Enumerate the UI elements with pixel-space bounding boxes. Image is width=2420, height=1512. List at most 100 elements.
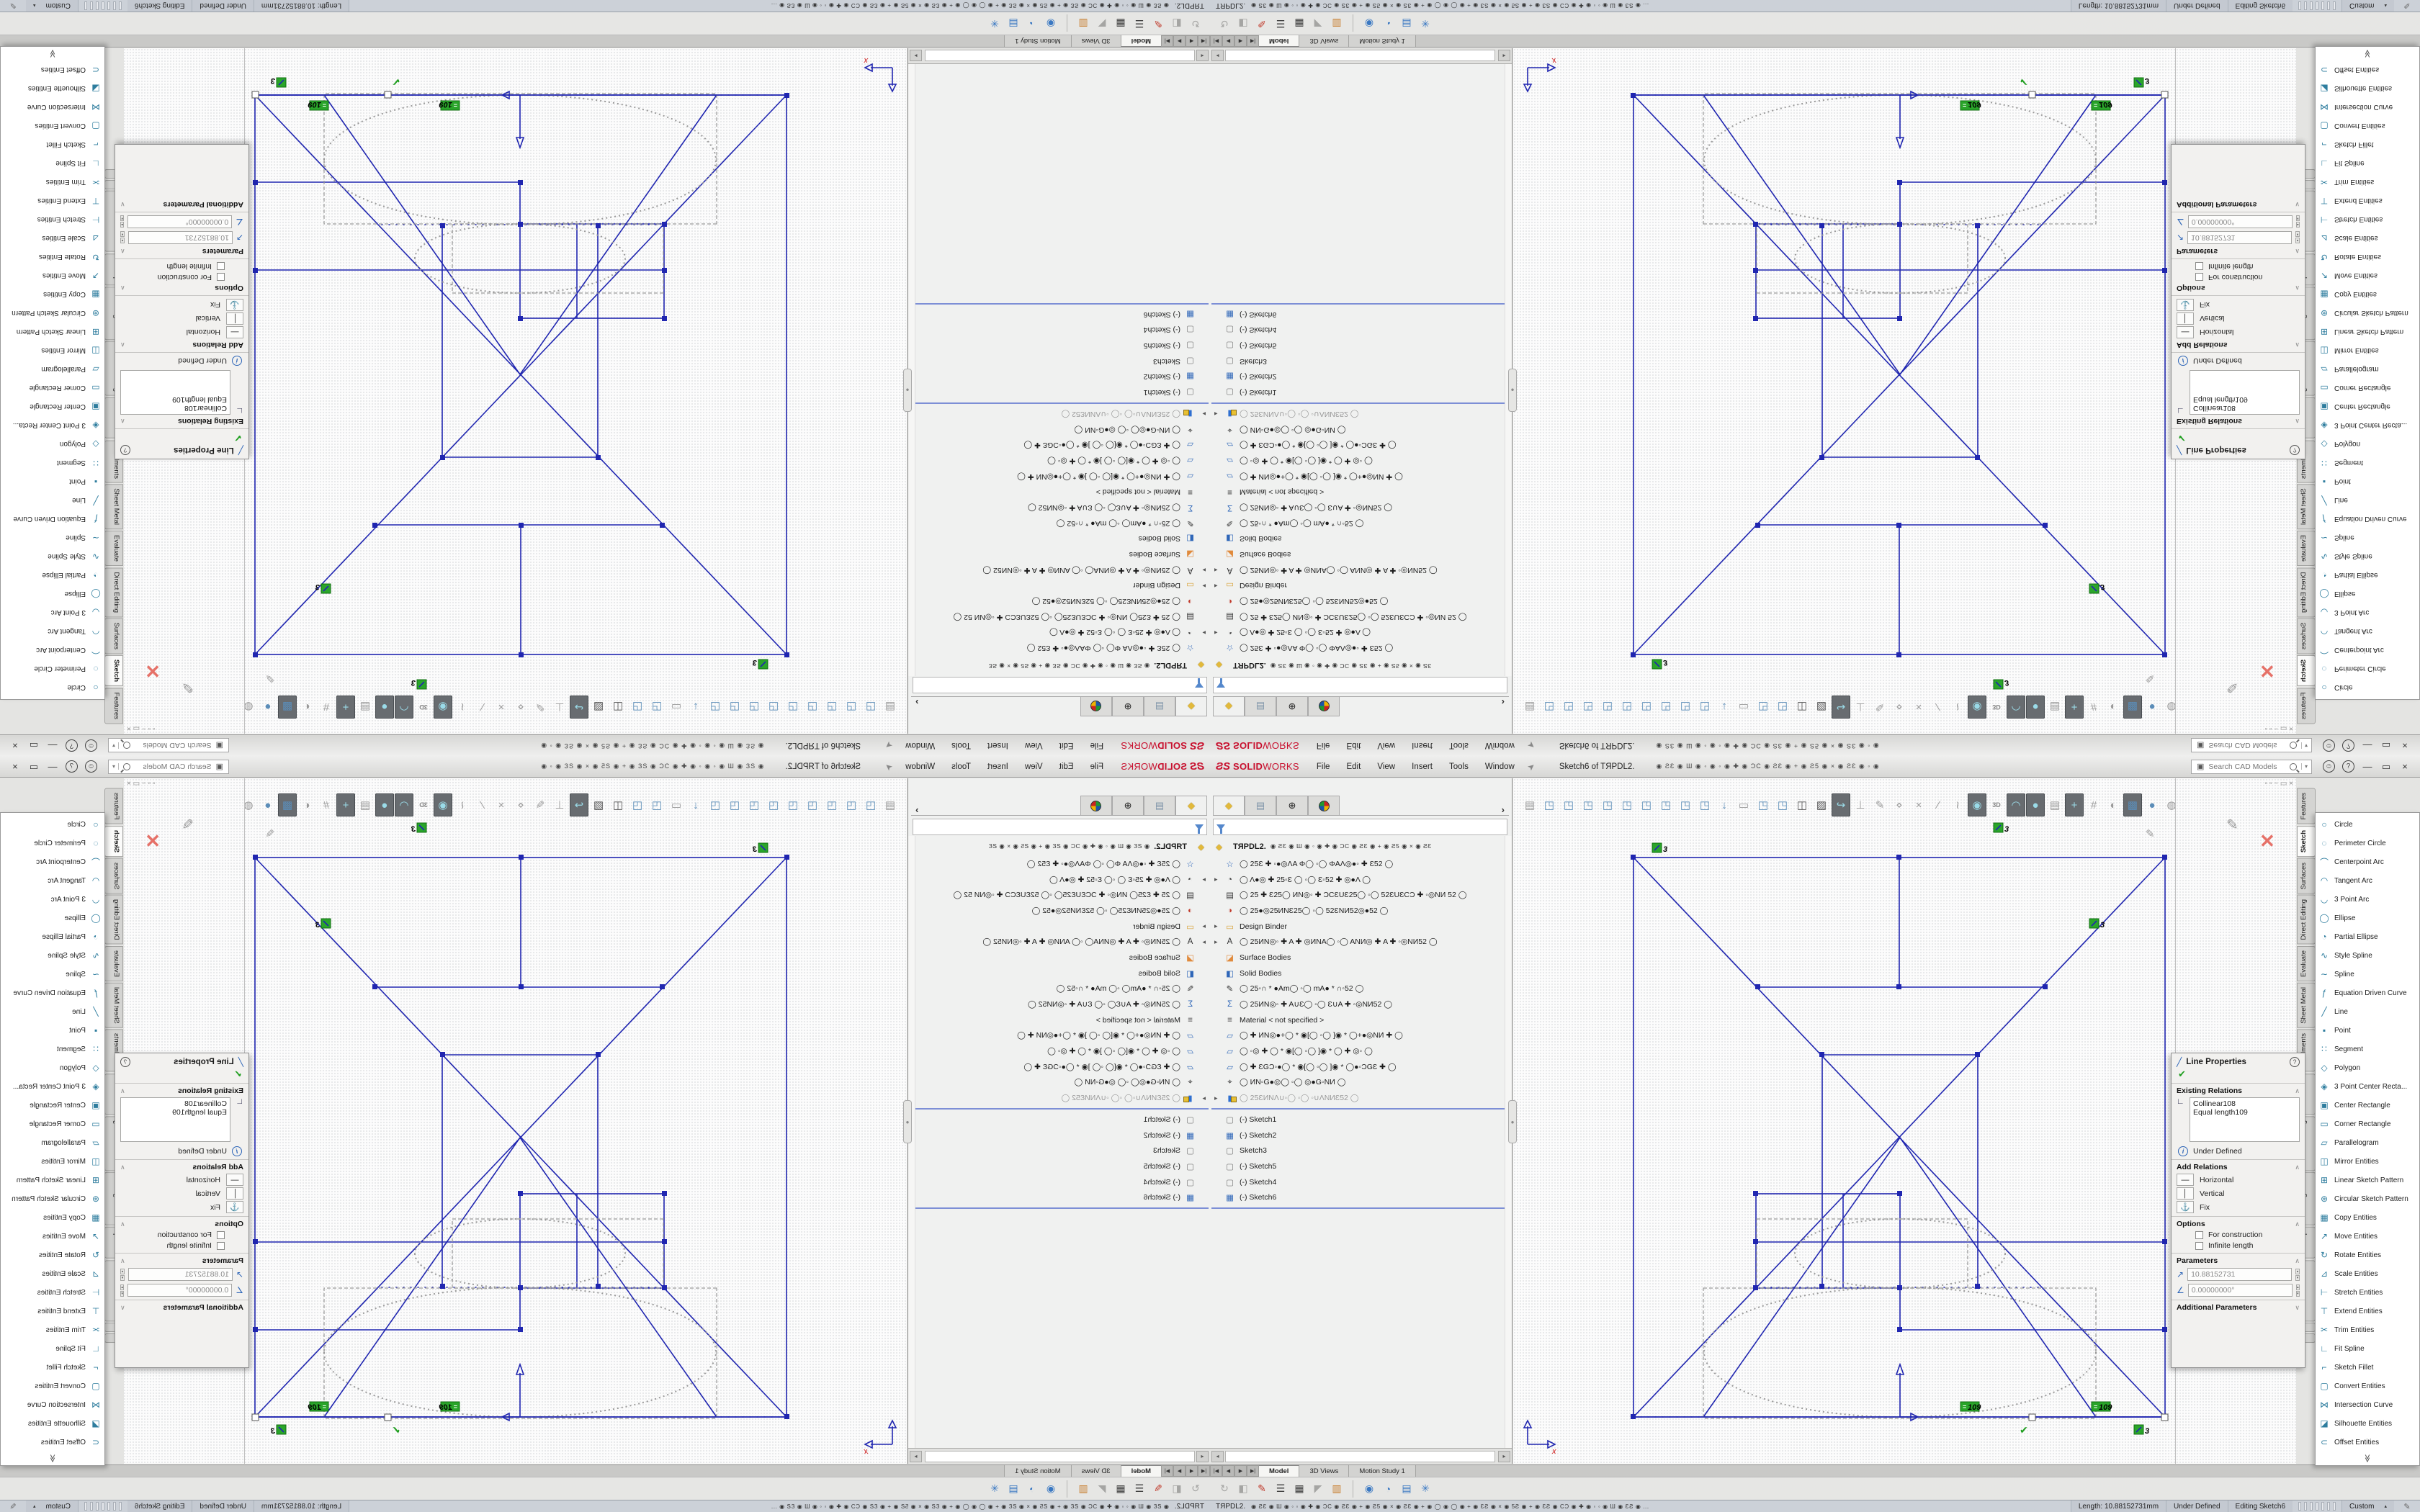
flyout-item[interactable]: ▱ Parallelogram bbox=[1, 360, 104, 379]
child-window-controls[interactable]: ▫ ▫ − ▭ × bbox=[2265, 780, 2293, 788]
tree-item-sketch[interactable]: ▸ ▢ Sketch3 bbox=[1210, 354, 1511, 369]
collapse-icon[interactable]: ∧ bbox=[2295, 284, 2300, 292]
status-display-style[interactable]: Custom ▴ bbox=[2341, 0, 2394, 12]
tree-item-sketch[interactable]: ▸ ▢ (-) Sketch5 bbox=[909, 1158, 1210, 1174]
option-row[interactable]: For construction bbox=[2195, 273, 2300, 282]
scroll-right-button[interactable]: ▸ bbox=[910, 1451, 922, 1462]
flyout-item[interactable]: ╱ Line bbox=[2316, 1002, 2419, 1021]
rollback-bar[interactable] bbox=[1211, 303, 1510, 305]
tree-item-sketch[interactable]: ▸ ▦ (-) Sketch2 bbox=[909, 1128, 1210, 1143]
flyout-item[interactable]: ⊂ Offset Entities bbox=[2316, 1433, 2419, 1452]
tree-item-sketch[interactable]: ▸ ▢ Sketch3 bbox=[909, 1143, 1210, 1158]
search-dropdown-icon[interactable]: ▾ bbox=[2301, 742, 2308, 749]
menu-item[interactable]: Tools bbox=[1442, 762, 1476, 771]
motion-toolbar-icon[interactable]: ✳ bbox=[1417, 1480, 1434, 1498]
motion-toolbar-icon[interactable]: ▤ bbox=[1398, 1480, 1415, 1498]
tree-item[interactable]: ▸ ◔ ◯ Λ●◎ ✚ 25◦Ɛ ◯ ◦◯ Ɛ◦52 ✚ ◎●Λ ◯ bbox=[1210, 625, 1511, 641]
tree-item[interactable]: ▸ ▱ ◯ ◦◎ ✚ ◯ * ◉[◯ ◦◯ ]◉ * ◯ ✚ ◎◦ ◯ bbox=[1210, 453, 1511, 469]
motion-toolbar-icon[interactable]: ↻ bbox=[1216, 14, 1233, 33]
relation-badge[interactable]: 3 bbox=[411, 823, 426, 834]
tab-nav-button[interactable]: ◀ bbox=[1222, 35, 1234, 47]
parameter-input[interactable] bbox=[2188, 1284, 2293, 1297]
flyout-item[interactable]: ▭ Corner Rectangle bbox=[2316, 1115, 2419, 1133]
spin-up-icon[interactable]: ▴ bbox=[120, 1284, 124, 1290]
flyout-more-button[interactable]: ≫ bbox=[2316, 1452, 2419, 1464]
search-icon[interactable] bbox=[2290, 742, 2297, 750]
motion-toolbar-icon[interactable]: ▤ bbox=[1005, 1480, 1022, 1498]
tree-item-sketch[interactable]: ▸ ▢ (-) Sketch5 bbox=[1210, 338, 1511, 354]
flyout-item[interactable]: ⊿ Scale Entities bbox=[2316, 1264, 2419, 1283]
flyout-item[interactable]: ◪ Silhouette Entities bbox=[1, 1414, 104, 1433]
flyout-item[interactable]: ⊂ Offset Entities bbox=[2316, 60, 2419, 79]
flyout-item[interactable]: ╱ Line bbox=[2316, 491, 2419, 510]
expand-arrow-icon[interactable]: ▸ bbox=[1196, 629, 1206, 636]
flyout-item[interactable]: ▪ Point bbox=[1, 1021, 104, 1040]
scroll-left-button[interactable]: ◂ bbox=[1211, 50, 1224, 62]
parameter-input[interactable] bbox=[128, 231, 233, 244]
motion-toolbar-icon[interactable]: ▥ bbox=[1328, 1480, 1345, 1498]
cancel-sketch-icon[interactable]: ✕ bbox=[145, 660, 161, 682]
add-relation-row[interactable]: ⚓ Fix bbox=[120, 299, 243, 311]
flyout-item[interactable]: ⌒ Centerpoint Arc bbox=[1, 641, 104, 660]
flyout-item[interactable]: ↻ Rotate Entities bbox=[2316, 248, 2419, 266]
tree-item[interactable]: ▸ ◧ Solid Bodies bbox=[1210, 531, 1511, 547]
tree-item-sketch[interactable]: ▸ ▢ (-) Sketch1 bbox=[909, 1112, 1210, 1128]
tree-item[interactable]: ▸ ☆ ◯ 25Ɛ ✚ ◦●◎ΛA Φ◯ ◦◯ ΦAΛ◎●◦ ✚ Ɛ52 ◯ bbox=[1210, 856, 1511, 872]
flyout-item[interactable]: ◔ Partial Ellipse bbox=[1, 566, 104, 585]
flyout-item[interactable]: ◠ Tangent Arc bbox=[2316, 871, 2419, 890]
tree-item[interactable]: ▸ ✎ ◯ 25◦∩ * ●Am◯ ◦◯ mA● * ∩◦52 ◯ bbox=[909, 516, 1210, 531]
motion-toolbar-icon[interactable]: ◧ bbox=[1168, 14, 1186, 33]
document-tab[interactable]: 3D Views bbox=[1299, 35, 1349, 47]
panel-expand-icon[interactable]: › bbox=[911, 804, 923, 815]
collapse-icon[interactable]: ∧ bbox=[2295, 1257, 2300, 1265]
tree-item[interactable]: ▸ ◔ ◯ Λ●◎ ✚ 25◦Ɛ ◯ ◦◯ Ɛ◦52 ✚ ◎●Λ ◯ bbox=[909, 625, 1210, 641]
tree-item[interactable]: ▸ ⌖ ◯ ИN◦G●◎◯ ◦◯ ◎●G◦NИ ◯ bbox=[909, 1075, 1210, 1091]
flyout-item[interactable]: ◪ Silhouette Entities bbox=[2316, 1414, 2419, 1433]
tree-item[interactable]: ▸ ▤ ◯ 25 ✚ Ɛ25◯ ИN◎◦ ✚ ƆCƐUƐ25◯ ◦◯ 52ƐUƐ… bbox=[909, 887, 1210, 903]
flyout-item[interactable]: ◠ Tangent Arc bbox=[2316, 622, 2419, 641]
tab-nav-button[interactable]: ▶ bbox=[1234, 35, 1247, 47]
flyout-item[interactable]: ⌐ Sketch Fillet bbox=[2316, 1358, 2419, 1377]
menu-item[interactable]: File bbox=[1083, 742, 1111, 750]
tree-item[interactable]: ▸ ◪ Surface Bodies bbox=[909, 950, 1210, 966]
help-icon[interactable]: ? bbox=[66, 760, 78, 773]
tab-featuremanager[interactable]: ◆ bbox=[1175, 796, 1207, 815]
motion-toolbar-icon[interactable]: ↻ bbox=[1187, 14, 1204, 33]
tree-item[interactable]: ▸ ▱ ◯ ✚ ИN◎●+◯ * ◉[◯ ◦◯ ]◉ * ◯+●◎NИ ✚ ◯ bbox=[909, 469, 1210, 485]
relation-type-icon[interactable]: — bbox=[226, 326, 243, 338]
parameter-input[interactable] bbox=[128, 1268, 233, 1281]
relation-badge[interactable]: 3 bbox=[2134, 76, 2149, 87]
flyout-item[interactable]: ✂ Trim Entities bbox=[1, 1320, 104, 1339]
tree-item[interactable]: ▸ ◧ Solid Bodies bbox=[909, 966, 1210, 981]
add-relations-header[interactable]: Add Relations ∧ bbox=[120, 341, 243, 349]
motion-toolbar-icon[interactable]: ▤ bbox=[1005, 14, 1022, 33]
option-row[interactable]: For construction bbox=[120, 1230, 225, 1239]
status-tray-icon[interactable]: ✎ bbox=[4, 1, 22, 11]
tree-item[interactable]: ▸ ▱ ◯ ✚ ИN◎●+◯ * ◉[◯ ◦◯ ]◉ * ◯+●◎NИ ✚ ◯ bbox=[909, 1028, 1210, 1044]
tree-item-sketch[interactable]: ▸ ▢ Sketch3 bbox=[1210, 1143, 1511, 1158]
search-dropdown-icon[interactable]: ▾ bbox=[112, 742, 119, 749]
scroll-left-button[interactable]: ◂ bbox=[1196, 1451, 1209, 1462]
tree-item[interactable]: ▸ ⌖ ◯ ИN◦G●◎◯ ◦◯ ◎●G◦NИ ◯ bbox=[1210, 1075, 1511, 1091]
tree-item[interactable]: ▸ ▱ ◯ ✚ ИN◎●+◯ * ◉[◯ ◦◯ ]◉ * ◯+●◎NИ ✚ ◯ bbox=[1210, 469, 1511, 485]
add-relation-row[interactable]: │ Vertical bbox=[120, 1187, 243, 1200]
relation-type-icon[interactable]: │ bbox=[226, 312, 243, 325]
tree-item[interactable]: ▸ A ◯ 25ИN◎◦ ✚ A ✚ ◎ИNA◯ ◦◯ ANИ◎ ✚ A ✚ ◦… bbox=[1210, 934, 1511, 950]
motion-toolbar-icon[interactable]: ▦ bbox=[1112, 14, 1129, 33]
scroll-left-button[interactable]: ◂ bbox=[1196, 50, 1209, 62]
menu-item[interactable]: Insert bbox=[1404, 742, 1440, 750]
tree-filter[interactable] bbox=[1213, 819, 1507, 835]
relation-entry[interactable]: Equal length109 bbox=[124, 395, 227, 404]
motion-toolbar-icon[interactable]: ✎ bbox=[1253, 1480, 1270, 1498]
relation-badge[interactable]: 3 bbox=[2089, 919, 2105, 930]
existing-relations-header[interactable]: Existing Relations ∧ bbox=[120, 417, 243, 426]
status-tray-icon[interactable]: ✎ bbox=[2398, 1, 2416, 11]
add-relation-row[interactable]: │ Vertical bbox=[2177, 312, 2300, 325]
options-header[interactable]: Options ∧ bbox=[2177, 284, 2300, 292]
flyout-item[interactable]: ◡ 3 Point Arc bbox=[2316, 603, 2419, 622]
checkbox[interactable] bbox=[217, 274, 225, 282]
equal-length-badge[interactable]: = 109 bbox=[2092, 100, 2112, 110]
relation-badge[interactable]: 3 bbox=[315, 582, 331, 593]
flyout-item[interactable]: ▪ Point bbox=[1, 472, 104, 491]
relation-badge[interactable]: 3 bbox=[411, 678, 426, 689]
